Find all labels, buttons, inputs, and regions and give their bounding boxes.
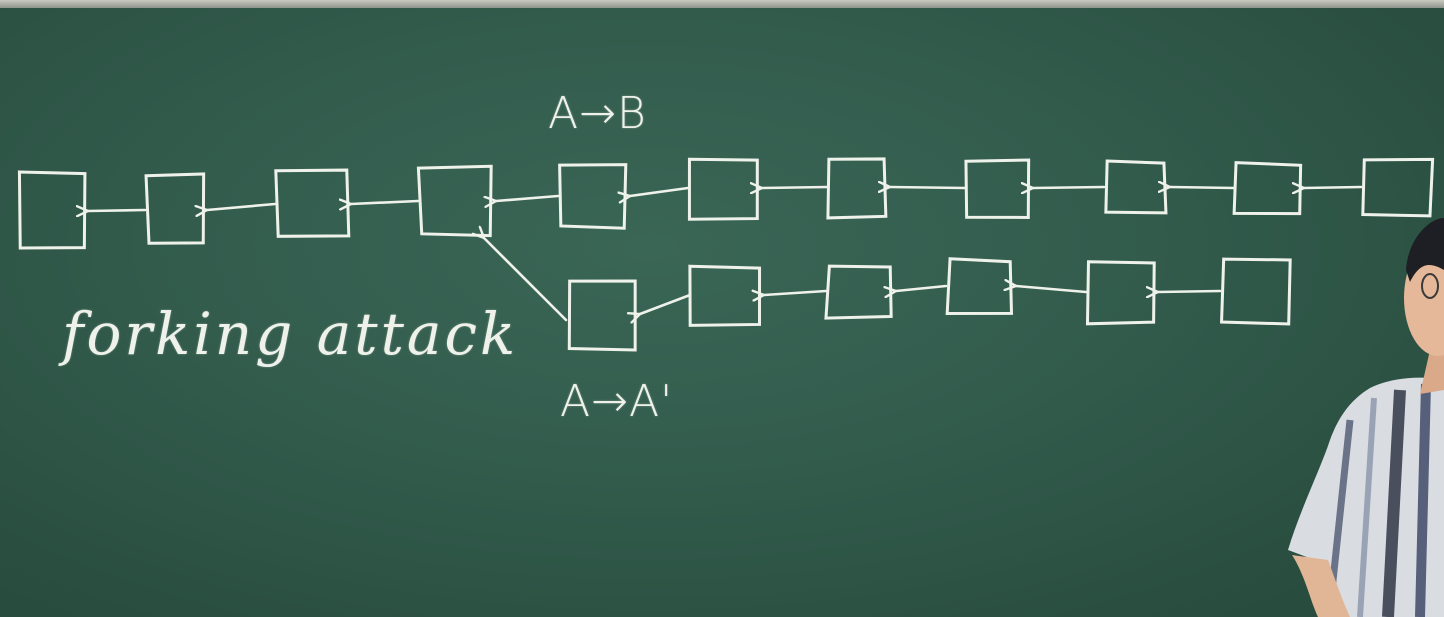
fork-chain-block (688, 264, 762, 327)
hash-pointer-arrow (1033, 187, 1106, 188)
fork-chain-block (1085, 260, 1156, 326)
hash-pointer-arrow (630, 186, 690, 196)
topic-title: forking attack (62, 300, 519, 368)
hash-pointer-arrow (207, 202, 277, 210)
main-chain-block (687, 157, 759, 221)
fork-chain-block (567, 279, 637, 352)
chalkboard: A→B A→A' forking attack (0, 0, 1444, 617)
main-chain-transaction-label: A→B (548, 88, 647, 139)
hash-pointer-arrow (1158, 291, 1222, 292)
main-chain-block (17, 170, 87, 250)
main-chain-block (274, 168, 351, 238)
hash-pointer-arrow (640, 293, 692, 314)
main-chain-block (558, 163, 628, 230)
main-chain-block (1232, 161, 1303, 216)
fork-chain-transaction-label: A→A' (560, 376, 674, 427)
fork-chain-block (945, 257, 1014, 315)
hash-pointer-arrow (762, 187, 830, 188)
hash-pointer-arrow (1016, 286, 1088, 294)
hash-pointer-arrow (764, 291, 828, 295)
main-chain-block (964, 158, 1031, 219)
hash-pointer-arrow (896, 284, 948, 291)
hash-pointer-arrow (351, 201, 420, 204)
hash-pointer-arrow (890, 187, 967, 188)
main-chain-block (826, 157, 888, 220)
hash-pointer-arrow (1170, 187, 1236, 188)
main-chain-block (1361, 157, 1435, 218)
hash-pointer-arrow (496, 194, 560, 201)
main-chain-block (1104, 159, 1168, 215)
main-chain-block (416, 164, 493, 238)
main-chain-block (144, 172, 206, 245)
fork-chain-block (824, 264, 893, 320)
hash-pointer-arrow (1304, 187, 1363, 188)
hash-pointer-arrow (88, 210, 147, 211)
lecturer-figure (1288, 218, 1444, 617)
